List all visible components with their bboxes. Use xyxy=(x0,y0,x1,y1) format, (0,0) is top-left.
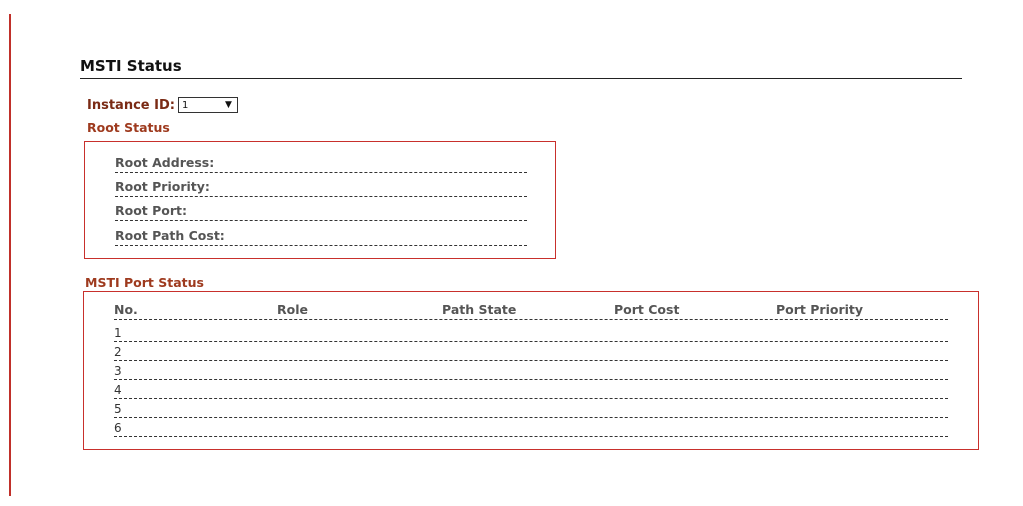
column-header-port-priority: Port Priority xyxy=(776,302,864,317)
port-number-cell: 5 xyxy=(114,402,122,416)
root-port-label: Root Port: xyxy=(115,203,188,218)
table-row: 2 xyxy=(114,344,948,361)
title-divider xyxy=(80,78,962,79)
root-priority-row: Root Priority: xyxy=(115,177,527,197)
port-number-cell: 3 xyxy=(114,364,122,378)
table-row: 5 xyxy=(114,401,948,418)
root-port-row: Root Port: xyxy=(115,201,527,221)
left-border-rule xyxy=(9,14,11,496)
root-status-panel: Root Address: Root Priority: Root Port: … xyxy=(84,141,556,259)
instance-selector-row: Instance ID: 1 ▼ xyxy=(87,96,238,114)
instance-id-select[interactable]: 1 ▼ xyxy=(177,97,238,113)
root-address-row: Root Address: xyxy=(115,153,527,173)
msti-port-status-table: No. Role Path State Port Cost Port Prior… xyxy=(83,291,979,450)
root-path-cost-label: Root Path Cost: xyxy=(115,228,225,243)
table-row: 3 xyxy=(114,363,948,380)
port-number-cell: 4 xyxy=(114,383,122,397)
root-priority-label: Root Priority: xyxy=(115,179,210,194)
table-row: 6 xyxy=(114,420,948,437)
table-row: 1 xyxy=(114,325,948,342)
port-number-cell: 1 xyxy=(114,326,122,340)
dropdown-arrow-icon[interactable]: ▼ xyxy=(225,100,232,110)
instance-id-value: 1 xyxy=(181,99,189,111)
root-status-title: Root Status xyxy=(87,120,170,135)
instance-id-label: Instance ID: xyxy=(87,97,175,113)
column-header-role: Role xyxy=(277,302,308,317)
table-header-row: No. Role Path State Port Cost Port Prior… xyxy=(114,300,948,320)
msti-port-status-title: MSTI Port Status xyxy=(85,275,204,290)
column-header-no: No. xyxy=(114,302,138,317)
column-header-path-state: Path State xyxy=(442,302,517,317)
root-path-cost-row: Root Path Cost: xyxy=(115,226,527,246)
port-number-cell: 2 xyxy=(114,345,122,359)
root-address-label: Root Address: xyxy=(115,155,215,170)
table-row: 4 xyxy=(114,382,948,399)
page-title: MSTI Status xyxy=(80,57,182,75)
port-number-cell: 6 xyxy=(114,421,122,435)
column-header-port-cost: Port Cost xyxy=(614,302,680,317)
